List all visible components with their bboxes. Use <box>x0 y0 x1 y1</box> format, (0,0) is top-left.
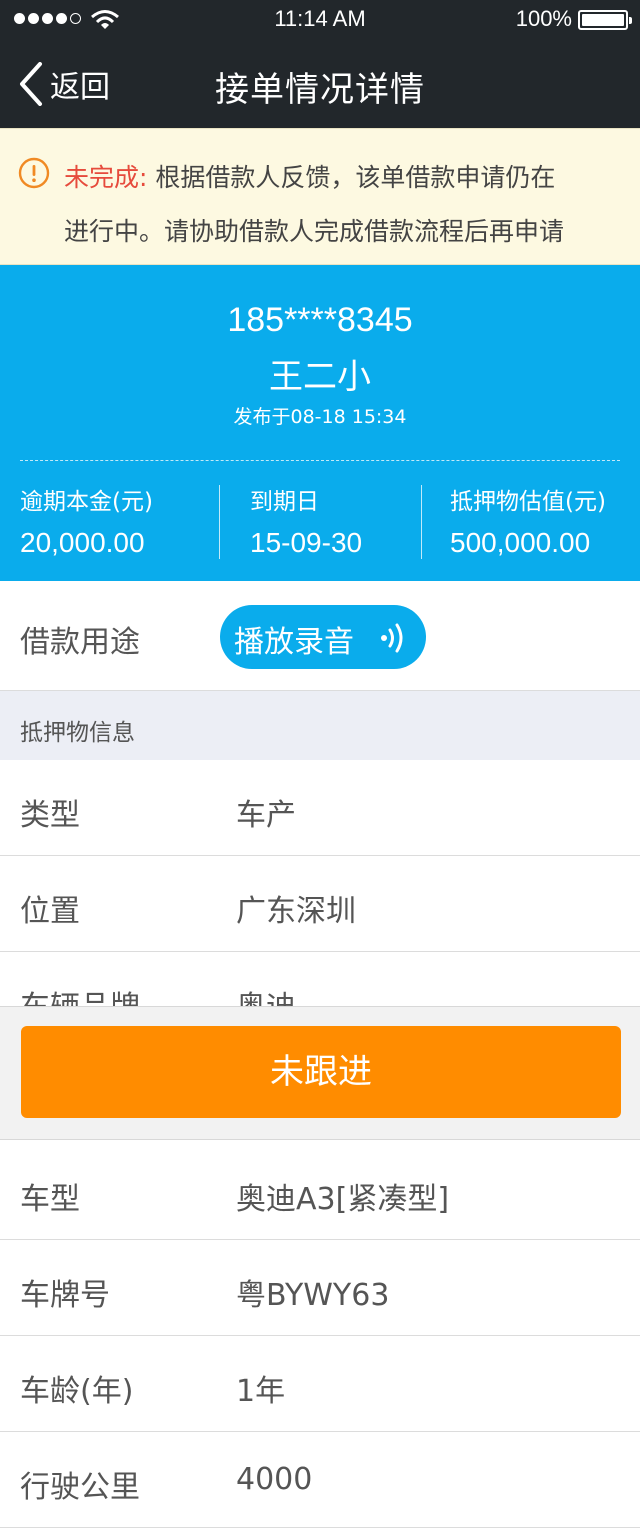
play-recording-button[interactable]: 播放录音 <box>220 605 426 669</box>
stat-divider <box>421 485 422 559</box>
info-row-location: 位置 广东深圳 <box>0 856 640 952</box>
notice-label: 未完成: <box>64 163 148 192</box>
page-title: 接单情况详情 <box>215 70 425 110</box>
publish-time: 发布于08-18 15:34 <box>233 406 407 428</box>
row-key: 位置 <box>20 894 80 929</box>
stat-value: 20,000.00 <box>20 527 145 558</box>
follow-up-status-button[interactable]: 未跟进 <box>21 1026 621 1118</box>
row-key: 车型 <box>20 1182 80 1217</box>
borrower-summary: 185****8345 王二小 发布于08-18 15:34 逾期本金(元) 2… <box>0 265 640 581</box>
stat-due-date: 到期日 15-09-30 <box>250 485 362 559</box>
info-row-age: 车龄(年) 1年 <box>0 1336 640 1432</box>
row-key: 车牌号 <box>20 1278 110 1313</box>
row-key: 车龄(年) <box>20 1374 134 1409</box>
notice-line1: 根据借款人反馈，该单借款申请仍在 <box>155 163 556 192</box>
stat-value: 500,000.00 <box>450 527 591 558</box>
action-bar: 未跟进 <box>0 1006 640 1140</box>
stat-label: 抵押物估值(元) <box>450 489 606 515</box>
row-key: 行驶公里 <box>20 1470 140 1505</box>
row-value: 车产 <box>236 798 296 833</box>
battery-percent: 100% <box>515 6 572 31</box>
info-row-model: 车型 奥迪A3[紧凑型] <box>0 1144 640 1240</box>
battery-icon <box>578 10 632 30</box>
stat-value: 15-09-30 <box>250 527 363 558</box>
borrower-name: 王二小 <box>269 357 371 397</box>
info-row-type: 类型 车产 <box>0 760 640 856</box>
section-header-collateral: 抵押物信息 <box>0 691 640 760</box>
borrower-phone: 185****8345 <box>227 301 413 339</box>
loan-purpose-row: 借款用途 播放录音 <box>0 581 640 691</box>
row-value: 粤BYWY63 <box>236 1278 390 1313</box>
loan-purpose-label: 借款用途 <box>20 625 140 660</box>
row-value: 4000 <box>236 1462 313 1497</box>
dashed-divider <box>20 460 620 461</box>
info-row-mileage: 行驶公里 4000 <box>0 1432 640 1528</box>
play-recording-label: 播放录音 <box>234 625 354 660</box>
row-value: 1年 <box>236 1374 286 1409</box>
status-notice: 未完成: 根据借款人反馈，该单借款申请仍在 进行中。请协助借款人完成借款流程后再… <box>0 128 640 265</box>
row-key: 类型 <box>20 798 80 833</box>
stat-collateral-value: 抵押物估值(元) 500,000.00 <box>450 485 606 559</box>
notice-text: 未完成: 根据借款人反馈，该单借款申请仍在 <box>64 151 624 205</box>
stat-overdue-principal: 逾期本金(元) 20,000.00 <box>20 485 153 559</box>
nav-bar: 返回 接单情况详情 <box>0 40 640 128</box>
stat-label: 逾期本金(元) <box>20 489 153 515</box>
warning-icon <box>18 157 50 189</box>
info-row-plate: 车牌号 粤BYWY63 <box>0 1240 640 1336</box>
status-bar: 11:14 AM 100% <box>0 0 640 40</box>
stat-label: 到期日 <box>250 489 319 515</box>
row-value: 广东深圳 <box>236 894 356 929</box>
row-value: 奥迪A3[紧凑型] <box>236 1182 450 1217</box>
sound-wave-icon <box>381 623 403 653</box>
stat-divider <box>219 485 220 559</box>
notice-line2: 进行中。请协助借款人完成借款流程后再申请 <box>64 217 565 246</box>
section-title: 抵押物信息 <box>20 720 135 746</box>
